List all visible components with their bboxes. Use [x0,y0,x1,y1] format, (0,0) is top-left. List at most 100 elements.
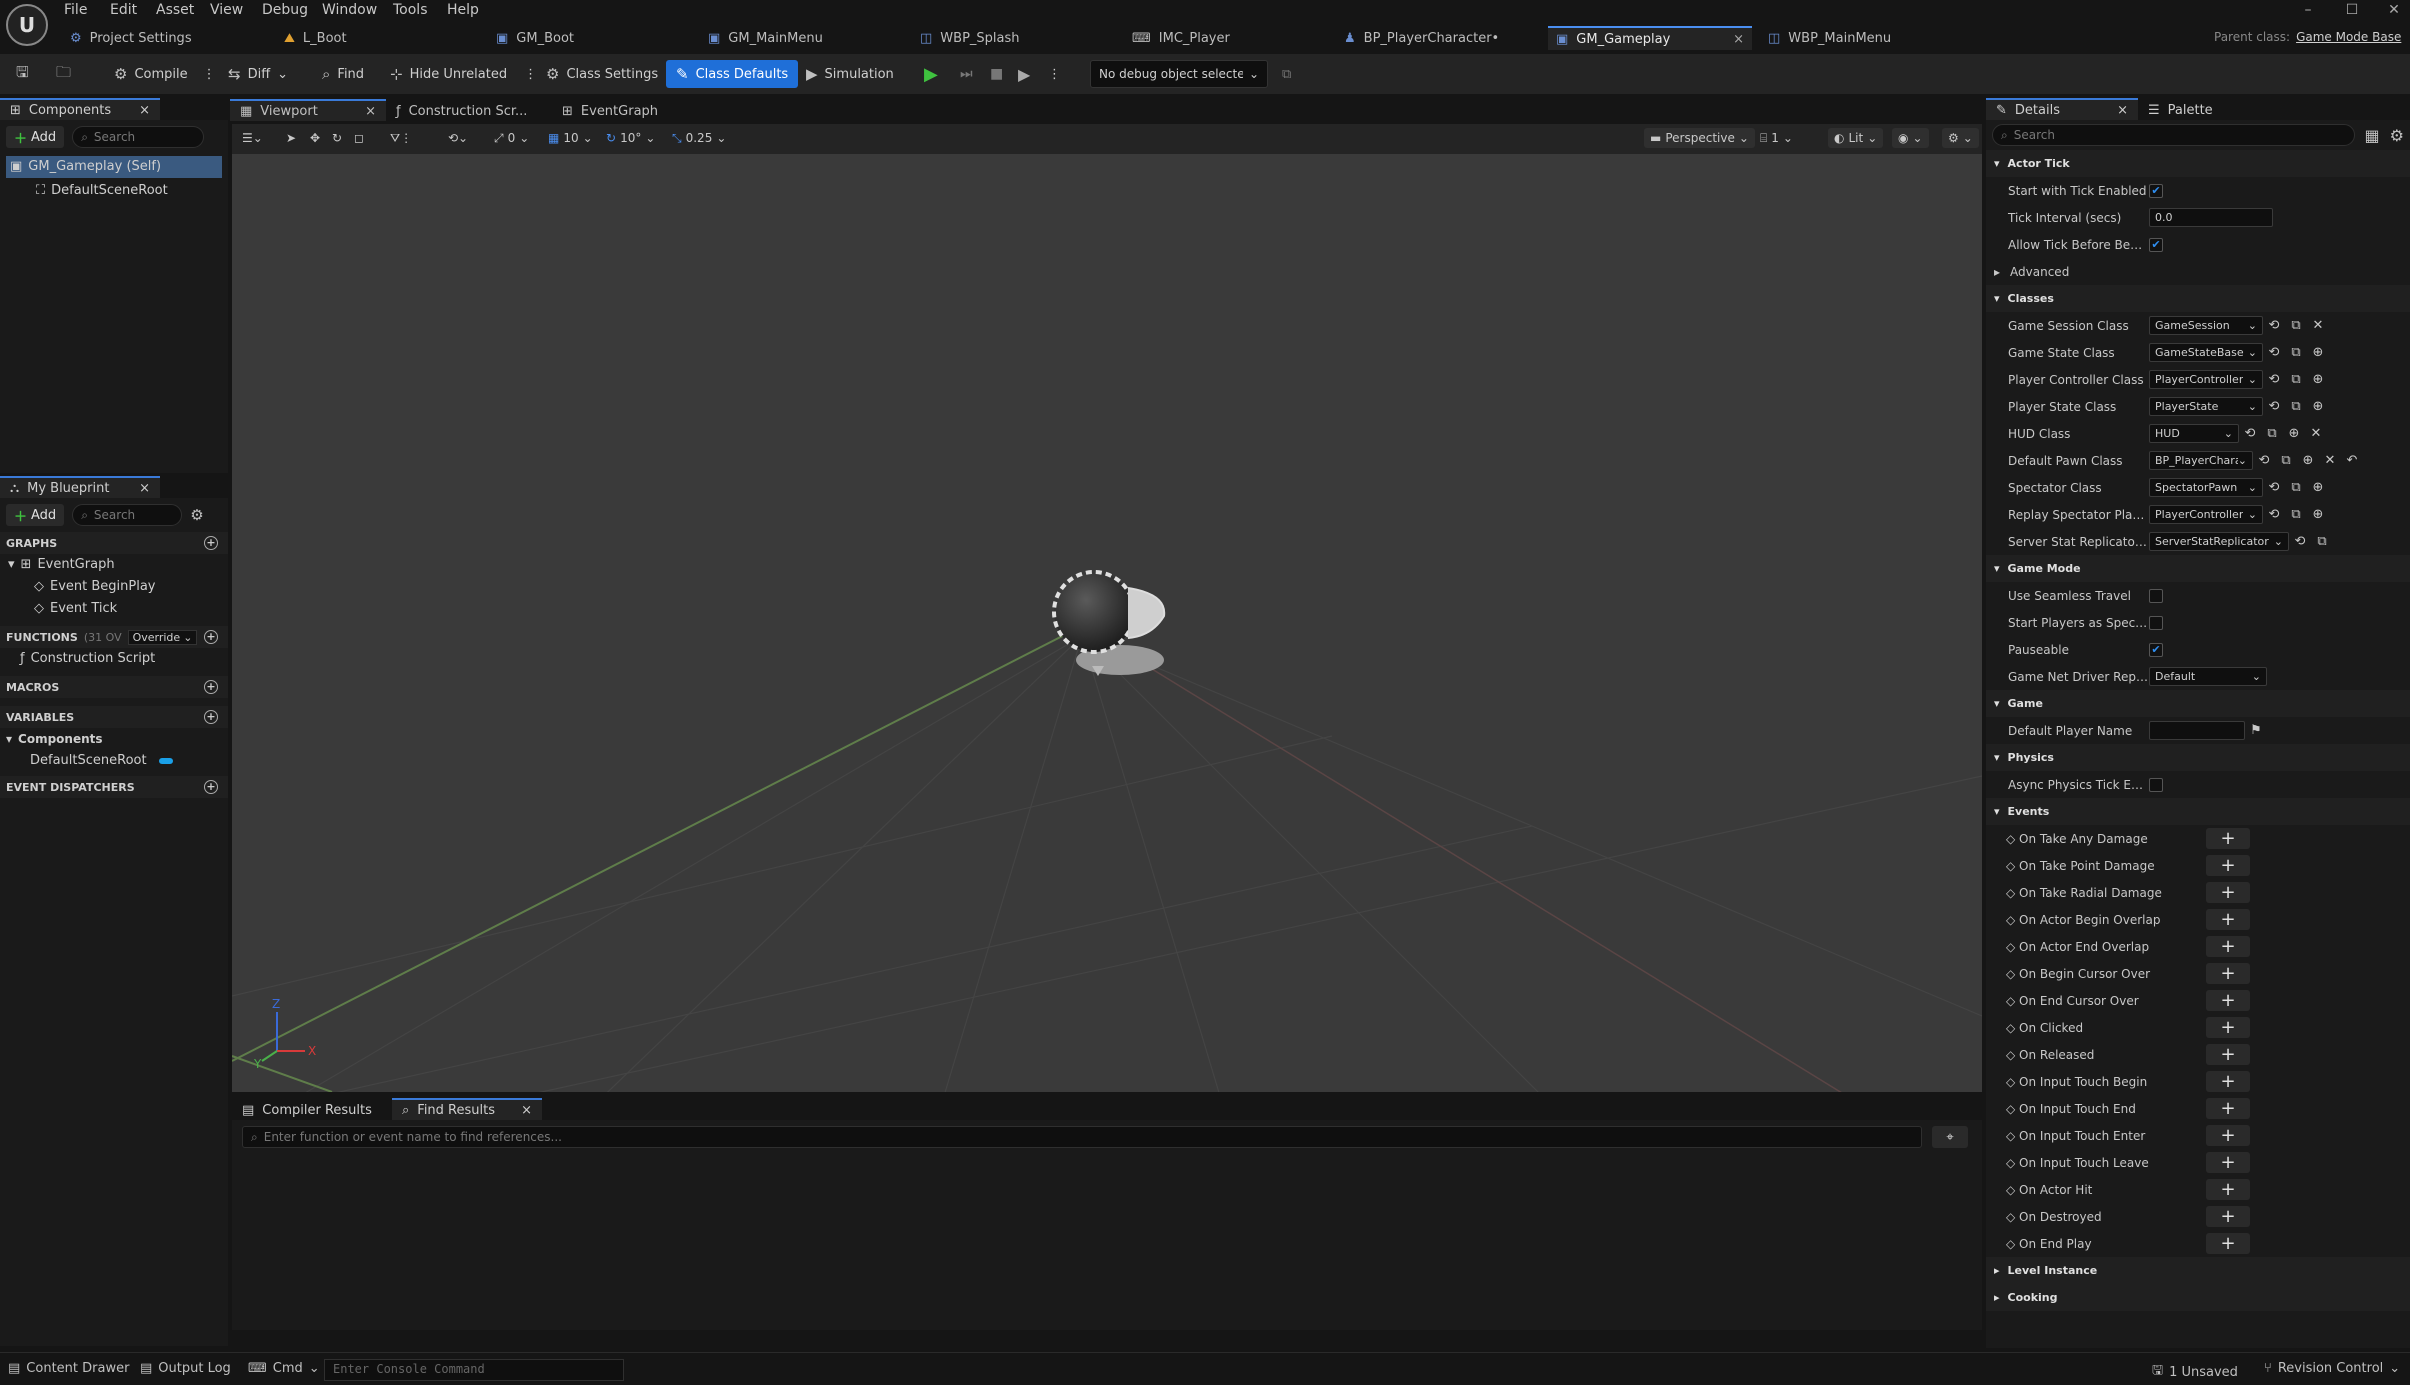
add-event-button[interactable]: + [2206,855,2250,876]
tab-palette[interactable]: ☰ Palette [2138,98,2223,120]
pauseable-checkbox[interactable]: ✔ [2149,642,2163,657]
cooking-category[interactable]: ▸ Cooking [1986,1284,2410,1311]
viewport-canvas[interactable]: Z X Y [232,136,1982,1092]
class-dropdown[interactable]: SpectatorPawn ⌄ [2149,478,2263,497]
class-dropdown[interactable]: HUD ⌄ [2149,424,2239,443]
settings-gear-icon[interactable]: ⚙ [2390,126,2404,145]
async-physics-checkbox[interactable] [2149,777,2163,792]
browse-icon[interactable]: ⧉ [2285,480,2307,495]
class-settings-button[interactable]: ⚙ Class Settings [540,60,664,88]
macros-section[interactable]: MACROS + [0,676,228,698]
add-event-button[interactable]: + [2206,1098,2250,1119]
add-event-button[interactable]: + [2206,828,2250,849]
event-dispatchers-section[interactable]: EVENT DISPATCHERS + [0,776,228,798]
unsaved-button[interactable]: 🖫 1 Unsaved [2152,1361,2238,1383]
close-icon[interactable]: × [521,1103,532,1118]
add-event-button[interactable]: + [2206,1179,2250,1200]
play-options-icon[interactable]: ▶ [1012,60,1036,88]
add-new-icon[interactable]: ⊕ [2307,372,2329,387]
functions-section[interactable]: FUNCTIONS (31 OV Override ⌄ + [0,626,228,648]
default-player-name-input[interactable] [2149,721,2245,740]
rotate-icon[interactable]: ↻ [332,128,342,148]
scale-snap-button[interactable]: ⤡ 0.25 ⌄ [672,128,726,148]
tab-construction-script[interactable]: ƒ Construction Scr... [386,99,552,121]
tab-bp-playercharacter[interactable]: ♟ BP_PlayerCharacter• [1336,26,1507,50]
class-dropdown[interactable]: GameStateBase ⌄ [2149,343,2263,362]
class-dropdown[interactable]: ServerStatReplicator ⌄ [2149,532,2289,551]
show-flags-dropdown[interactable]: ◉ ⌄ [1892,128,1929,148]
play-icon[interactable]: ▶ [918,60,944,88]
variable-default-scene-root[interactable]: DefaultSceneRoot [0,750,228,772]
add-event-button[interactable]: + [2206,909,2250,930]
start-spectators-checkbox[interactable] [2149,615,2163,630]
play-more-icon[interactable]: ⋮ [1042,60,1067,88]
browse-icon[interactable]: ⧉ [2285,318,2307,333]
add-component-button[interactable]: ＋ Add [6,126,65,148]
tab-event-graph[interactable]: ⊞ EventGraph [552,99,668,121]
tab-details[interactable]: ✎ Details × [1986,98,2138,120]
browse-icon[interactable]: ⧉ [2285,507,2307,522]
advanced-row[interactable]: ▸ Advanced [1986,258,2410,285]
debug-object-dropdown[interactable]: No debug object selected ⌄ [1090,60,1268,88]
minimize-icon[interactable]: – [2290,0,2326,20]
clear-icon[interactable]: ✕ [2305,426,2327,441]
construction-script-item[interactable]: ƒ Construction Script [0,648,228,670]
add-new-icon[interactable]: ⊕ [2307,507,2329,522]
class-dropdown[interactable]: PlayerController ⌄ [2149,370,2263,389]
view-mode-dropdown[interactable]: ◐ Lit ⌄ [1828,128,1884,148]
tab-viewport[interactable]: ▦ Viewport × [230,99,386,121]
use-selected-icon[interactable]: ⟲ [2239,426,2261,441]
more-options-icon[interactable]: ⋮ [524,67,537,82]
component-default-scene-root[interactable]: ⛶ DefaultSceneRoot [0,180,228,202]
hide-unrelated-button[interactable]: ⊹ Hide Unrelated ⋮ [384,60,543,88]
close-tab-icon[interactable]: × [1733,32,1744,47]
menu-asset[interactable]: Asset [156,0,194,20]
my-blueprint-search-input[interactable]: ⌕ Search [72,504,183,526]
save-icon[interactable]: 🖫 [10,60,35,88]
translate-icon[interactable]: ✥ [310,128,320,148]
allow-tick-checkbox[interactable]: ✔ [2149,237,2163,252]
event-graph-item[interactable]: ▾ ⊞ EventGraph [0,554,228,576]
class-defaults-button[interactable]: ✎ Class Defaults [666,60,799,88]
components-group[interactable]: ▾ Components [0,728,228,750]
menu-edit[interactable]: Edit [110,0,137,20]
use-selected-icon[interactable]: ⟲ [2263,372,2285,387]
find-in-all-blueprints-icon[interactable]: ⌖ [1932,1126,1968,1148]
clear-icon[interactable]: ✕ [2319,453,2341,468]
add-new-icon[interactable]: ⊕ [2307,480,2329,495]
use-selected-icon[interactable]: ⟲ [2263,507,2285,522]
output-log-button[interactable]: ▤ Output Log [140,1361,231,1376]
menu-window[interactable]: Window [322,0,377,20]
browse-icon[interactable]: ⧉ [2311,534,2333,549]
grid-snap-button[interactable]: ▦ 10 ⌄ [548,128,593,148]
compile-button[interactable]: ⚙ Compile ⋮ [108,60,222,88]
browse-icon[interactable]: ⧉ [2285,372,2307,387]
components-search-input[interactable]: ⌕ Search [72,126,205,148]
physics-category[interactable]: ▾ Physics [1986,744,2410,771]
add-macro-icon[interactable]: + [204,680,218,694]
level-instance-category[interactable]: ▸ Level Instance [1986,1257,2410,1284]
rotation-snap-button[interactable]: ↻ 10° ⌄ [606,128,655,148]
console-command-input[interactable]: Enter Console Command [324,1359,624,1381]
add-event-button[interactable]: + [2206,1152,2250,1173]
menu-file[interactable]: File [64,0,87,20]
perspective-dropdown[interactable]: ▬ Perspective ⌄ [1644,128,1755,148]
add-event-button[interactable]: + [2206,1017,2250,1038]
event-beginplay-item[interactable]: ◇ Event BeginPlay [0,576,228,598]
cmd-dropdown[interactable]: ⌨ Cmd ⌄ [248,1361,320,1376]
tab-imc-player[interactable]: ⌨ IMC_Player [1124,26,1238,50]
class-dropdown[interactable]: PlayerState ⌄ [2149,397,2263,416]
add-new-icon[interactable]: ⊕ [2307,399,2329,414]
menu-help[interactable]: Help [447,0,479,20]
use-selected-icon[interactable]: ⟲ [2263,399,2285,414]
maximize-icon[interactable]: ☐ [2334,0,2370,20]
camera-speed-dropdown[interactable]: ⌸ 1 ⌄ [1760,128,1793,148]
tick-interval-input[interactable]: 0.0 [2149,208,2273,227]
add-event-button[interactable]: + [2206,1044,2250,1065]
parent-class-link[interactable]: Game Mode Base [2296,30,2401,44]
start-with-tick-checkbox[interactable]: ✔ [2149,183,2163,198]
reset-icon[interactable]: ↶ [2341,453,2363,468]
tab-gm-boot[interactable]: ▣ GM_Boot [488,26,582,50]
add-function-icon[interactable]: + [204,630,218,644]
classes-category[interactable]: ▾ Classes [1986,285,2410,312]
